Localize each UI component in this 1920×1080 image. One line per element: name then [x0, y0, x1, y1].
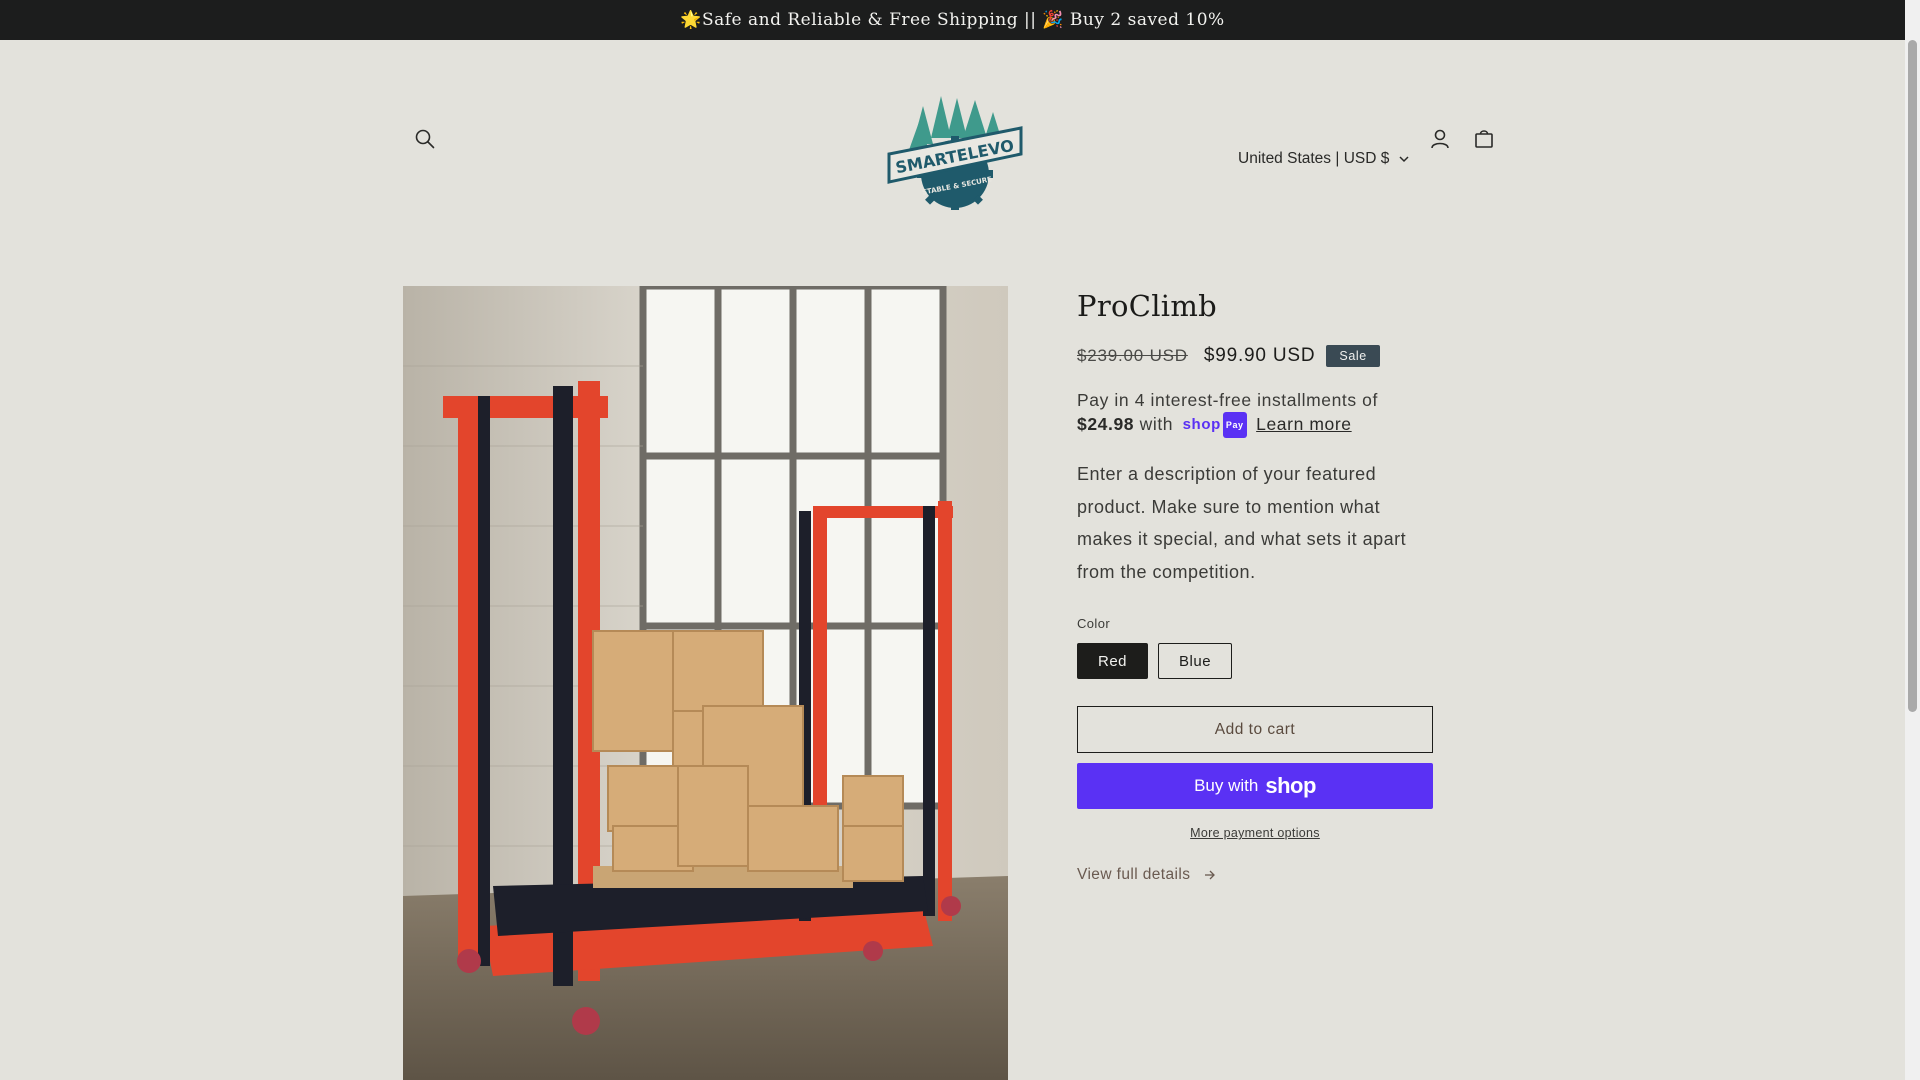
chevron-down-icon	[1399, 155, 1409, 162]
color-option-red[interactable]: Red	[1077, 643, 1149, 680]
account-icon	[1431, 129, 1449, 149]
product-image[interactable]	[403, 286, 1008, 1080]
arrow-right-icon	[1205, 870, 1216, 880]
product-info: ProClimb $239.00 USD $99.90 USD Sale Pay…	[1077, 286, 1433, 884]
search-icon	[415, 129, 435, 149]
scrollbar-thumb[interactable]	[1908, 40, 1917, 712]
store-logo[interactable]: SMARTELEVO STABLE & SECURE	[885, 92, 1025, 212]
cart-button[interactable]	[1462, 117, 1506, 161]
country-currency-selector[interactable]: United States | USD $	[1238, 147, 1409, 171]
installment-amount: $24.98	[1077, 414, 1135, 434]
view-full-details-link[interactable]: View full details	[1077, 866, 1433, 884]
shop-pay-logo: shop	[1182, 416, 1221, 434]
more-payment-options-link[interactable]: More payment options	[1077, 826, 1433, 840]
account-button[interactable]	[1418, 117, 1462, 161]
color-option-blue[interactable]: Blue	[1158, 643, 1233, 680]
regular-price: $239.00 USD	[1077, 346, 1188, 365]
price-row: $239.00 USD $99.90 USD Sale	[1077, 340, 1433, 372]
buy-now-label: Buy with	[1194, 776, 1259, 796]
page-scrollbar[interactable]	[1905, 0, 1920, 1080]
color-label: Color	[1077, 616, 1111, 632]
product-title: ProClimb	[1077, 289, 1218, 323]
color-options: Red Blue	[1077, 643, 1433, 680]
announcement-bar: 🌟Safe and Reliable & Free Shipping || 🎉 …	[0, 0, 1905, 40]
sale-price: $99.90 USD	[1203, 345, 1316, 366]
view-full-details-label: View full details	[1077, 866, 1191, 884]
installments-text: Pay in 4 interest-free installments of	[1077, 390, 1378, 410]
country-selector-label: United States | USD $	[1238, 150, 1390, 167]
installments-with: with	[1139, 414, 1174, 434]
shop-pay-brand: shop	[1265, 773, 1316, 799]
shop-pay-pill: Pay	[1222, 412, 1247, 439]
add-to-cart-button[interactable]: Add to cart	[1077, 706, 1433, 754]
cart-icon	[1475, 130, 1493, 148]
search-button[interactable]	[403, 117, 447, 161]
learn-more-link[interactable]: Learn more	[1256, 414, 1352, 434]
installments-banner: Pay in 4 interest-free installments of $…	[1077, 388, 1433, 439]
announcement-text: 🌟Safe and Reliable & Free Shipping || 🎉 …	[680, 10, 1225, 30]
product-description: Enter a description of your featured pro…	[1077, 464, 1407, 582]
sale-badge: Sale	[1326, 345, 1380, 367]
buy-with-shop-pay-button[interactable]: Buy with shop	[1077, 763, 1433, 810]
